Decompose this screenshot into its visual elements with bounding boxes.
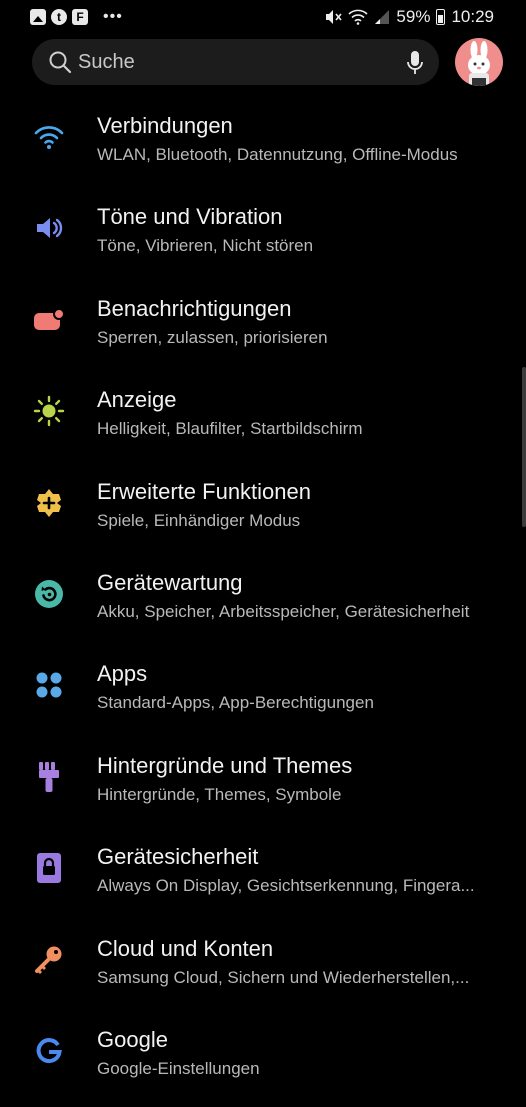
settings-item-title: Google xyxy=(97,1026,168,1052)
tumblr-icon: t xyxy=(51,9,67,25)
clock: 10:29 xyxy=(451,7,494,26)
battery-icon xyxy=(436,9,446,25)
settings-item-subtitle: WLAN, Bluetooth, Datennutzung, Offline-M… xyxy=(97,145,458,164)
settings-item-apps[interactable]: Apps Standard-Apps, App-Berechtigungen xyxy=(0,650,526,741)
notification-icon xyxy=(32,303,66,337)
settings-item-title: Cloud und Konten xyxy=(97,935,274,961)
settings-item-title: Apps xyxy=(97,661,148,687)
wifi-status-icon xyxy=(348,9,368,25)
settings-item-notifications[interactable]: Benachrichtigungen Sperren, zulassen, pr… xyxy=(0,285,526,376)
battery-percent: 59% xyxy=(396,7,431,26)
settings-item-display[interactable]: Anzeige Helligkeit, Blaufilter, Startbil… xyxy=(0,376,526,467)
image-icon xyxy=(30,9,46,25)
scrollbar[interactable] xyxy=(522,367,526,527)
search-icon xyxy=(49,51,72,74)
settings-item-title: Töne und Vibration xyxy=(97,204,283,230)
system-icons: 59% 10:29 xyxy=(324,6,494,28)
brush-icon xyxy=(32,760,66,794)
settings-item-subtitle: Google-Einstellungen xyxy=(97,1058,260,1078)
wifi-icon xyxy=(32,120,66,154)
settings-item-title: Gerätewartung xyxy=(97,569,243,595)
settings-item-sounds[interactable]: Töne und Vibration Töne, Vibrieren, Nich… xyxy=(0,193,526,284)
settings-item-subtitle: Samsung Cloud, Sichern und Wiederherstel… xyxy=(97,967,470,987)
avatar[interactable] xyxy=(455,38,503,86)
settings-item-subtitle: Hintergründe, Themes, Symbole xyxy=(97,784,342,804)
mute-icon xyxy=(326,10,343,24)
settings-item-subtitle: Helligkeit, Blaufilter, Startbildschirm xyxy=(97,419,363,439)
settings-item-title: Hintergründe und Themes xyxy=(97,752,353,778)
flipboard-icon: F xyxy=(72,9,88,25)
settings-item-subtitle: Töne, Vibrieren, Nicht stören xyxy=(97,236,314,256)
settings-item-subtitle: Standard-Apps, App-Berechtigungen xyxy=(97,693,374,713)
settings-item-title: Anzeige xyxy=(97,387,177,413)
status-bar: t F ••• 59% 10:29 xyxy=(0,0,526,34)
microphone-icon[interactable] xyxy=(405,50,425,76)
signal-icon xyxy=(375,10,390,24)
settings-item-title: Verbindungen xyxy=(97,113,233,138)
settings-item-device-security[interactable]: Gerätesicherheit Always On Display, Gesi… xyxy=(0,833,526,924)
settings-item-subtitle: Sperren, zulassen, priorisieren xyxy=(97,327,328,347)
settings-item-subtitle: Akku, Speicher, Arbeitsspeicher, Gerätes… xyxy=(97,601,470,621)
sun-icon xyxy=(32,394,66,428)
settings-item-wallpapers-themes[interactable]: Hintergründe und Themes Hintergründe, Th… xyxy=(0,742,526,833)
search-bar[interactable]: Suche xyxy=(32,39,439,85)
settings-item-connections[interactable]: Verbindungen WLAN, Bluetooth, Datennutzu… xyxy=(0,102,526,193)
notification-icons: t F ••• xyxy=(30,7,123,27)
search-input[interactable]: Suche xyxy=(78,51,135,74)
puzzle-plus-icon xyxy=(32,486,66,520)
settings-item-title: Benachrichtigungen xyxy=(97,295,292,321)
settings-item-subtitle: Spiele, Einhändiger Modus xyxy=(97,510,301,530)
settings-item-title: Gerätesicherheit xyxy=(97,844,259,870)
google-icon xyxy=(32,1034,66,1068)
speaker-icon xyxy=(32,211,66,245)
settings-item-device-maintenance[interactable]: Gerätewartung Akku, Speicher, Arbeitsspe… xyxy=(0,559,526,650)
apps-icon xyxy=(32,668,66,702)
key-icon xyxy=(32,943,66,977)
settings-item-title: Erweiterte Funktionen xyxy=(97,478,311,504)
settings-item-advanced-features[interactable]: Erweiterte Funktionen Spiele, Einhändige… xyxy=(0,468,526,559)
settings-item-google[interactable]: Google Google-Einstellungen xyxy=(0,1016,526,1107)
lock-icon xyxy=(32,851,66,885)
more-notifications: ••• xyxy=(103,8,123,25)
maintenance-icon xyxy=(32,577,66,611)
settings-item-cloud-accounts[interactable]: Cloud und Konten Samsung Cloud, Sichern … xyxy=(0,925,526,1016)
settings-list: Verbindungen WLAN, Bluetooth, Datennutzu… xyxy=(0,102,526,1107)
bunny-avatar-icon xyxy=(468,41,490,86)
settings-item-subtitle: Always On Display, Gesichtserkennung, Fi… xyxy=(97,876,475,896)
